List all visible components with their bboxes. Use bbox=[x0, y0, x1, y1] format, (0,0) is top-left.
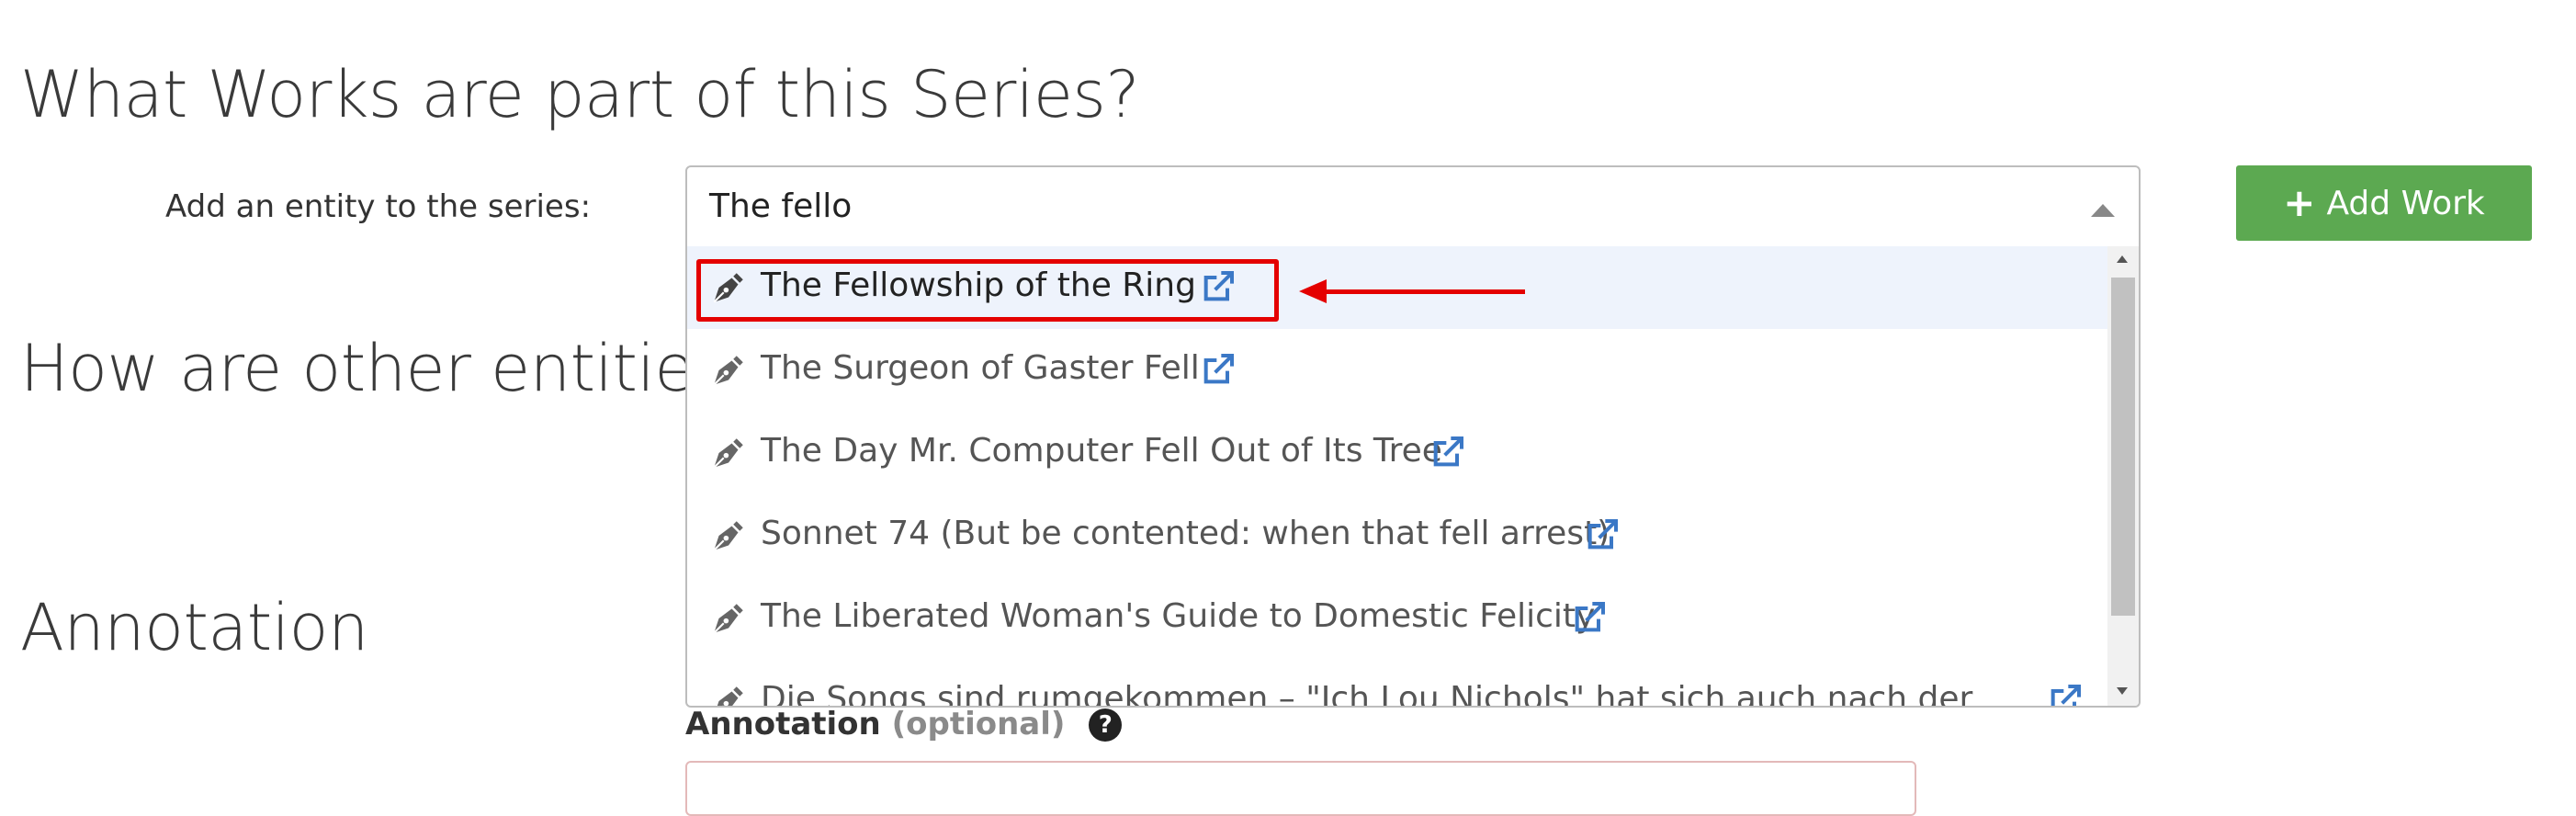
external-link-icon[interactable] bbox=[1584, 516, 1621, 553]
annotation-arrow-head-icon bbox=[1299, 279, 1327, 303]
pen-nib-icon bbox=[713, 356, 743, 386]
entity-select-label: Add an entity to the series: bbox=[165, 188, 592, 225]
add-work-button[interactable]: + Add Work bbox=[2236, 165, 2532, 241]
option-label: Sonnet 74 (But be contented: when that f… bbox=[761, 515, 1610, 552]
question-circle-icon[interactable]: ? bbox=[1089, 708, 1123, 742]
external-link-icon[interactable] bbox=[1429, 434, 1466, 470]
annotation-heading: Annotation bbox=[20, 590, 368, 665]
pen-nib-icon bbox=[717, 686, 743, 706]
scroll-up-arrow-icon[interactable] bbox=[2117, 255, 2128, 263]
entity-select-input[interactable]: The fello bbox=[709, 187, 852, 225]
optional-tag: (optional) bbox=[891, 706, 1066, 742]
annotation-label-text: Annotation bbox=[685, 706, 881, 742]
option-label: The Liberated Woman's Guide to Domestic … bbox=[761, 597, 1596, 635]
annotation-arrow-shaft bbox=[1323, 289, 1525, 294]
pen-nib-icon bbox=[713, 438, 743, 469]
works-heading: What Works are part of this Series? bbox=[20, 57, 1140, 132]
annotation-textarea[interactable] bbox=[685, 761, 1916, 816]
entity-select[interactable]: The fello bbox=[685, 165, 2141, 248]
option-label: Die Songs sind rumgekommen – "Ich Lou Ni… bbox=[761, 680, 1973, 708]
highlight-annotation-box bbox=[696, 259, 1279, 322]
external-link-icon[interactable] bbox=[1571, 599, 1608, 636]
plus-icon: + bbox=[2283, 180, 2316, 225]
scrollbar-thumb[interactable] bbox=[2111, 278, 2135, 616]
annotation-field-label: Annotation (optional) ? bbox=[685, 706, 1123, 742]
pen-nib-icon bbox=[713, 521, 743, 551]
option-label: The Day Mr. Computer Fell Out of Its Tre… bbox=[761, 432, 1442, 470]
external-link-icon[interactable] bbox=[1200, 351, 1237, 388]
select-option-2[interactable]: The Day Mr. Computer Fell Out of Its Tre… bbox=[687, 412, 2109, 494]
add-work-label: Add Work bbox=[2326, 184, 2485, 222]
scroll-down-arrow-icon[interactable] bbox=[2117, 687, 2128, 695]
caret-up-icon[interactable] bbox=[2091, 204, 2115, 217]
select-option-5[interactable]: Die Songs sind rumgekommen – "Ich Lou Ni… bbox=[687, 660, 2109, 708]
select-option-4[interactable]: The Liberated Woman's Guide to Domestic … bbox=[687, 577, 2109, 660]
menu-scrollbar[interactable] bbox=[2107, 246, 2139, 706]
option-label: The Surgeon of Gaster Fell bbox=[761, 349, 1200, 387]
select-option-3[interactable]: Sonnet 74 (But be contented: when that f… bbox=[687, 494, 2109, 577]
pen-nib-icon bbox=[713, 604, 743, 634]
relationships-heading: How are other entities bbox=[20, 331, 727, 406]
external-link-icon[interactable] bbox=[2047, 682, 2084, 708]
select-option-1[interactable]: The Surgeon of Gaster Fell bbox=[687, 329, 2109, 412]
